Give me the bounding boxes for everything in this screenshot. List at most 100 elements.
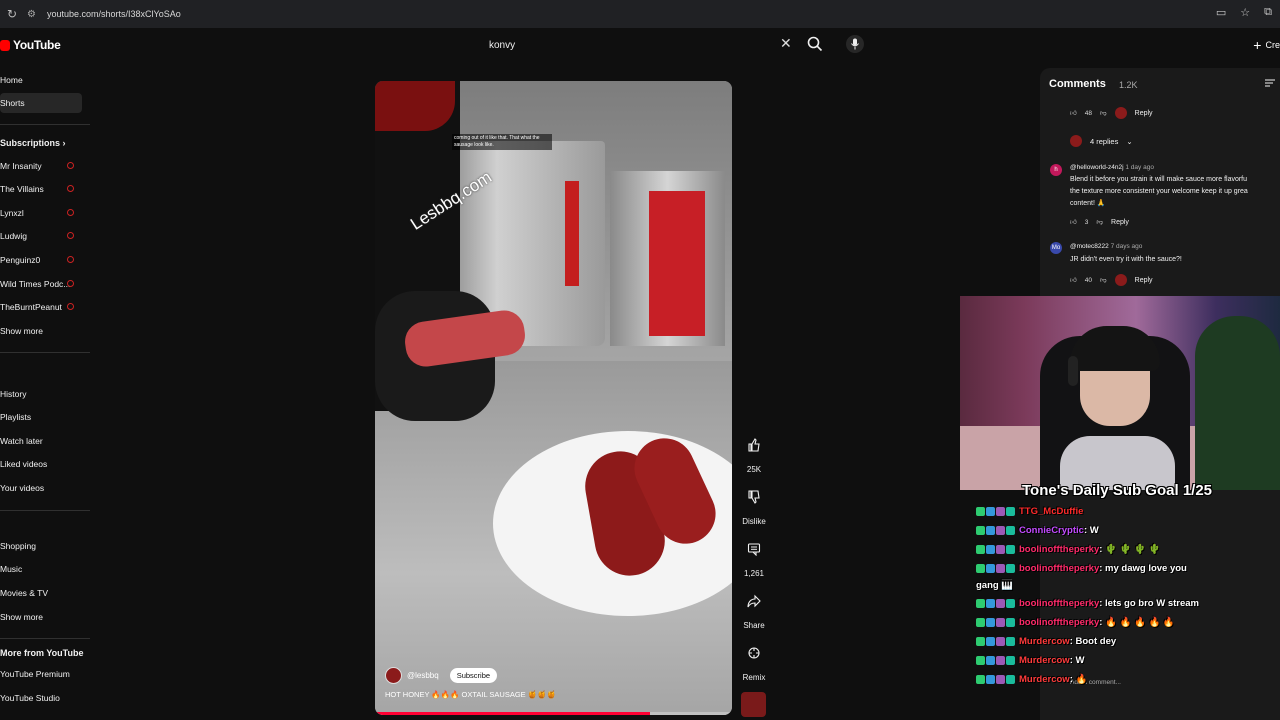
- thumbs-up-icon[interactable]: 👍︎: [1070, 109, 1077, 117]
- commenter-avatar[interactable]: Mo: [1050, 242, 1062, 254]
- heading-text: Subscriptions: [0, 138, 61, 148]
- video-title[interactable]: HOT HONEY 🔥🔥🔥 OXTAIL SAUSAGE 🍯🍯🍯: [385, 690, 556, 699]
- live-icon: [67, 280, 74, 287]
- share-button[interactable]: Share: [738, 588, 770, 630]
- thumbs-up-icon[interactable]: 👍︎: [1070, 276, 1077, 284]
- subscription-item[interactable]: Lynxzl: [0, 203, 82, 223]
- reply-button[interactable]: Reply: [1111, 219, 1129, 226]
- search-icon[interactable]: [806, 35, 824, 53]
- video-frame: [565, 181, 579, 286]
- comment-text: Blend it before you strain it will make …: [1070, 176, 1248, 183]
- browser-toolbar: ↻ ⚙ youtube.com/shorts/I38xClYoSAo ▭ ☆ ⧉: [0, 0, 1280, 28]
- reload-icon[interactable]: ↻: [3, 7, 21, 21]
- sidebar-item-playlists[interactable]: Playlists: [0, 407, 82, 427]
- replies-label: 4 replies: [1090, 136, 1119, 146]
- thumbs-up-icon[interactable]: 👍︎: [1070, 218, 1077, 226]
- chat-username: boolinofftheperky: [1019, 597, 1100, 609]
- commenter-avatar[interactable]: h: [1050, 164, 1062, 176]
- video-progress-bar[interactable]: [375, 712, 732, 715]
- sidebar-item-movies-tv[interactable]: Movies & TV: [0, 583, 82, 603]
- reply-button[interactable]: Reply: [1135, 110, 1153, 117]
- extensions-icon[interactable]: ⧉: [1264, 6, 1272, 19]
- comment-author[interactable]: @motec8222: [1070, 243, 1109, 250]
- sidebar-item-label: YouTube Studio: [0, 693, 60, 703]
- channel-handle[interactable]: @lesbbq: [407, 671, 439, 680]
- chat-text: : 🔥 🔥 🔥 🔥 🔥: [1099, 616, 1175, 628]
- badge-icon: [976, 636, 985, 646]
- subscription-item[interactable]: Penguinz0: [0, 250, 82, 270]
- subscription-item[interactable]: Wild Times Podc...: [0, 274, 82, 294]
- dislike-label: Dislike: [742, 517, 766, 526]
- search-box: ✕: [480, 33, 800, 57]
- view-replies-button[interactable]: 4 replies ⌄: [1070, 135, 1133, 147]
- subscription-item[interactable]: The Villains: [0, 179, 82, 199]
- shorts-video-player[interactable]: Lesbbq.com coming out of it like that. T…: [375, 81, 732, 715]
- sidebar-item-label: Mr Insanity: [0, 161, 42, 171]
- channel-info: @lesbbq Subscribe: [385, 667, 498, 684]
- sidebar-item-music[interactable]: Music: [0, 559, 82, 579]
- cast-icon[interactable]: ▭: [1216, 6, 1226, 19]
- sidebar-item-liked-videos[interactable]: Liked videos: [0, 454, 82, 474]
- create-button[interactable]: + Cre: [1253, 35, 1280, 55]
- sidebar-item-youtube-premium[interactable]: YouTube Premium: [0, 664, 82, 684]
- show-more-explore[interactable]: Show more: [0, 607, 82, 627]
- subscriptions-heading[interactable]: Subscriptions ›: [0, 138, 66, 148]
- comment-actions: 👍︎ 48 👎︎ Reply: [1070, 107, 1153, 119]
- subscription-item[interactable]: Mr Insanity: [0, 156, 82, 176]
- channel-avatar[interactable]: [385, 667, 402, 684]
- sound-thumbnail[interactable]: [741, 692, 766, 717]
- sidebar-item-your-videos[interactable]: Your videos: [0, 478, 82, 498]
- reply-button[interactable]: Reply: [1135, 277, 1153, 284]
- chat-message: boolinofftheperky: lets go bro W stream: [976, 596, 1199, 610]
- badge-icon: [976, 617, 985, 627]
- sidebar-item-history[interactable]: History: [0, 384, 82, 404]
- like-button[interactable]: 25K: [738, 432, 770, 474]
- comment-author[interactable]: @helloworld-z4n2j: [1070, 164, 1124, 171]
- clear-search-icon[interactable]: ✕: [780, 35, 792, 52]
- badge-icon: [986, 617, 995, 627]
- search-input[interactable]: [480, 33, 780, 57]
- plus-icon: +: [1253, 37, 1262, 53]
- sidebar-item-label: Watch later: [0, 436, 43, 446]
- video-frame: [649, 191, 705, 336]
- creator-heart-icon: [1114, 274, 1127, 286]
- badge-icon: [986, 598, 995, 608]
- subscription-item[interactable]: Ludwig: [0, 226, 82, 246]
- remix-button[interactable]: Remix: [738, 640, 770, 682]
- chat-badges: [976, 636, 1015, 646]
- sidebar-item-label: Shopping: [0, 541, 36, 551]
- address-bar[interactable]: youtube.com/shorts/I38xClYoSAo: [47, 9, 181, 19]
- video-frame: [375, 81, 455, 131]
- thumbs-down-icon[interactable]: 👎︎: [1100, 276, 1107, 284]
- badge-icon: [1006, 598, 1015, 608]
- sidebar: Home Shorts Subscriptions › Mr Insanity …: [0, 68, 90, 720]
- sort-icon[interactable]: [1264, 77, 1276, 89]
- more-from-youtube-heading: More from YouTube: [0, 648, 84, 658]
- sidebar-item-shorts[interactable]: Shorts: [0, 93, 82, 113]
- badge-icon: [986, 655, 995, 665]
- site-info-icon[interactable]: ⚙: [27, 9, 41, 20]
- chat-username: TTG_McDuffie: [1019, 505, 1084, 517]
- sidebar-item-home[interactable]: Home: [0, 70, 82, 90]
- dislike-button[interactable]: Dislike: [738, 484, 770, 526]
- thumbs-down-icon[interactable]: 👎︎: [1096, 218, 1103, 226]
- sidebar-item-watch-later[interactable]: Watch later: [0, 431, 82, 451]
- badge-icon: [1006, 544, 1015, 554]
- youtube-logo[interactable]: YouTube: [0, 38, 61, 52]
- subscribe-button[interactable]: Subscribe: [449, 668, 498, 683]
- microphone-icon[interactable]: [846, 35, 864, 53]
- sidebar-item-youtube-studio[interactable]: YouTube Studio: [0, 688, 82, 708]
- sidebar-item-shopping[interactable]: Shopping: [0, 536, 82, 556]
- video-progress-fill: [375, 712, 650, 715]
- creator-heart-icon: [1114, 107, 1127, 119]
- show-more-subscriptions[interactable]: Show more: [0, 321, 82, 341]
- chat-username: boolinofftheperky: [1019, 562, 1100, 574]
- sidebar-item-label: Your videos: [0, 483, 45, 493]
- comments-button[interactable]: 1,261: [738, 536, 770, 578]
- comment-count: 1,261: [743, 569, 765, 578]
- youtube-play-icon: [0, 39, 10, 51]
- subscription-item[interactable]: TheBurntPeanut: [0, 297, 82, 317]
- chat-message: Murdercow: Boot dey: [976, 634, 1116, 648]
- bookmark-star-icon[interactable]: ☆: [1240, 6, 1250, 19]
- thumbs-down-icon[interactable]: 👎︎: [1100, 109, 1107, 117]
